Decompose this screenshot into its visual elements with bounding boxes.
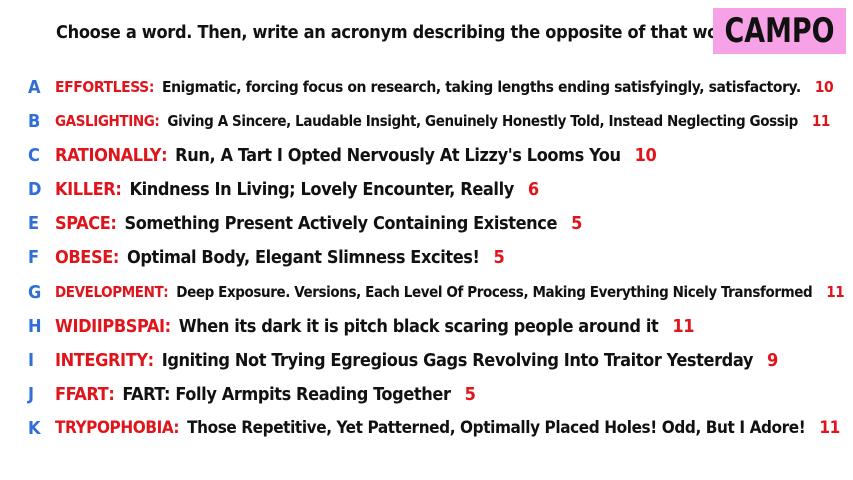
answer-row: C RATIONALLY: Run, A Tart I Opted Nervou…	[28, 141, 657, 169]
row-score: 5	[464, 383, 476, 405]
row-colon: :	[148, 78, 155, 96]
answer-row: E SPACE: Something Present Actively Cont…	[28, 209, 582, 237]
row-letter: D	[28, 178, 42, 200]
answer-row: K TRYPOPHOBIA: Those Repetitive, Yet Pat…	[28, 414, 840, 442]
prompt-text: Choose a word. Then, write an acronym de…	[56, 22, 745, 43]
row-word: INTEGRITY	[55, 349, 148, 371]
row-colon: :	[154, 112, 160, 130]
row-acronym: When its dark it is pitch black scaring …	[178, 315, 659, 337]
row-score: 11	[811, 112, 830, 130]
row-letter: K	[28, 417, 41, 439]
row-word: SPACE	[55, 212, 111, 234]
row-colon: :	[147, 349, 154, 371]
row-letter: A	[28, 76, 41, 98]
row-colon: :	[110, 212, 117, 234]
row-letter: H	[28, 315, 42, 337]
answer-row: G DEVELOPMENT: Deep Exposure. Versions, …	[28, 278, 845, 306]
campo-badge: CAMPO	[713, 8, 846, 54]
row-acronym: Something Present Actively Containing Ex…	[124, 212, 558, 234]
row-word: GASLIGHTING	[55, 112, 155, 130]
row-letter: G	[28, 281, 41, 303]
row-score: 11	[826, 283, 845, 301]
row-word: FFART	[55, 383, 109, 405]
answer-row: H WIDIIPBSPAI: When its dark it is pitch…	[28, 312, 694, 340]
row-letter: I	[28, 349, 34, 371]
row-colon: :	[112, 246, 119, 268]
answer-row: A EFFORTLESS: Enigmatic, forcing focus o…	[28, 73, 834, 101]
row-colon: :	[108, 383, 115, 405]
row-word: TRYPOPHOBIA	[55, 418, 174, 438]
answer-row: F OBESE: Optimal Body, Elegant Slimness …	[28, 243, 505, 271]
row-acronym: FART: Folly Armpits Reading Together	[122, 383, 451, 405]
row-colon: :	[161, 144, 168, 166]
row-letter: E	[28, 212, 39, 234]
row-acronym: Those Repetitive, Yet Patterned, Optimal…	[187, 418, 806, 438]
row-colon: :	[164, 315, 171, 337]
row-word: KILLER	[55, 178, 116, 200]
row-acronym: Deep Exposure. Versions, Each Level Of P…	[176, 283, 813, 301]
row-word: DEVELOPMENT	[55, 283, 164, 301]
row-letter: J	[28, 383, 34, 405]
row-score: 10	[814, 78, 834, 96]
row-acronym: Giving A Sincere, Laudable Insight, Genu…	[167, 112, 798, 130]
row-letter: F	[28, 246, 39, 268]
row-score: 5	[571, 212, 582, 234]
row-acronym: Optimal Body, Elegant Slimness Excites!	[126, 246, 480, 268]
row-word: OBESE	[55, 246, 113, 268]
row-colon: :	[115, 178, 122, 200]
answer-row: J FFART: FART: Folly Armpits Reading Tog…	[28, 380, 476, 408]
answer-row: I INTEGRITY: Igniting Not Trying Egregio…	[28, 346, 778, 374]
row-score: 11	[672, 315, 695, 337]
row-score: 11	[819, 418, 840, 438]
row-word: RATIONALLY	[55, 144, 162, 166]
row-word: EFFORTLESS	[55, 78, 149, 96]
badge-label: CAMPO	[724, 11, 835, 51]
row-score: 6	[527, 178, 539, 200]
row-colon: :	[173, 418, 180, 438]
row-letter: C	[28, 144, 40, 166]
row-word: WIDIIPBSPAI	[55, 315, 165, 337]
row-score: 5	[493, 246, 505, 268]
row-score: 10	[634, 144, 657, 166]
row-acronym: Enigmatic, forcing focus on research, ta…	[162, 78, 801, 96]
row-acronym: Kindness In Living; Lovely Encounter, Re…	[129, 178, 514, 200]
row-acronym: Run, A Tart I Opted Nervously At Lizzy's…	[175, 144, 621, 166]
row-score: 9	[766, 349, 778, 371]
row-letter: B	[28, 110, 40, 132]
answer-row: B GASLIGHTING: Giving A Sincere, Laudabl…	[28, 107, 830, 135]
row-colon: :	[163, 283, 169, 301]
answer-row: D KILLER: Kindness In Living; Lovely Enc…	[28, 175, 539, 203]
row-acronym: Igniting Not Trying Egregious Gags Revol…	[161, 349, 754, 371]
